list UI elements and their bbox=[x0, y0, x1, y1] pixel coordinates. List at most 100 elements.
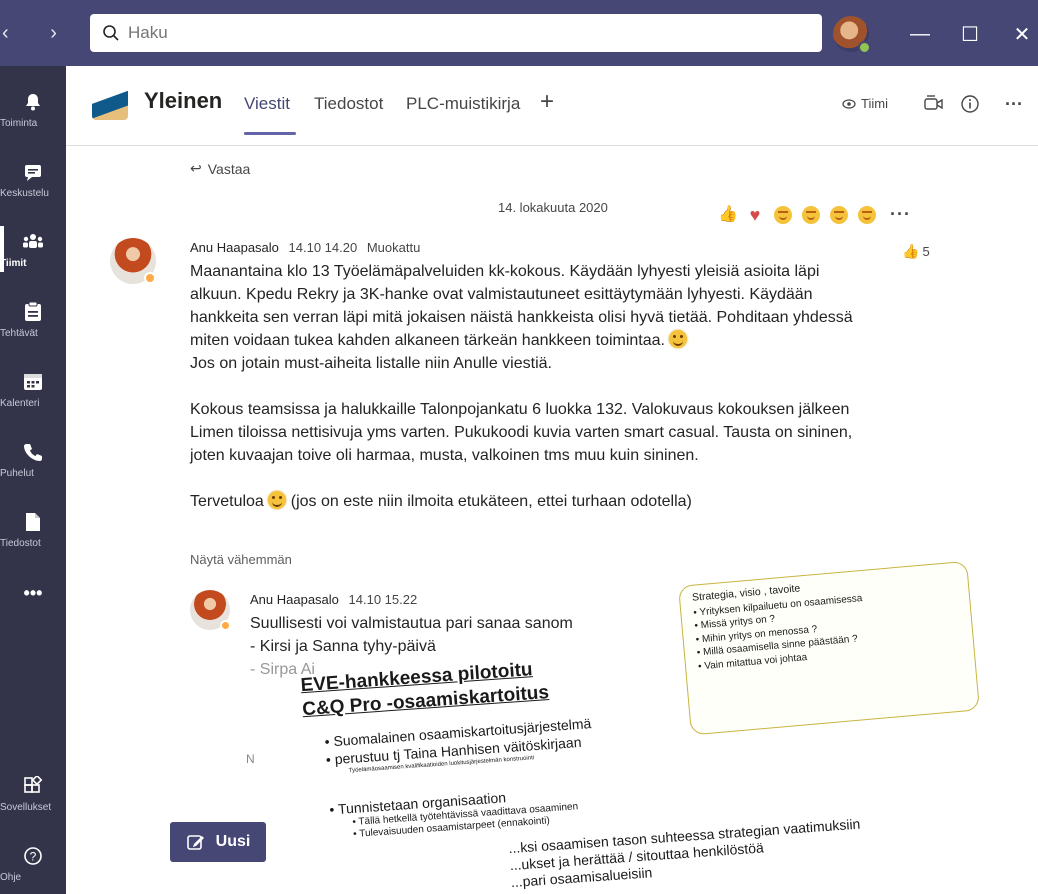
info-icon bbox=[961, 95, 979, 113]
avatar[interactable] bbox=[110, 238, 156, 284]
rail-item-teams[interactable]: Tiimit bbox=[0, 214, 66, 284]
message-line: Kokous teamsissa ja halukkaille Talonpoj… bbox=[190, 401, 850, 418]
files-icon bbox=[21, 510, 45, 534]
meet-button[interactable] bbox=[922, 92, 946, 116]
avatar[interactable] bbox=[190, 590, 231, 631]
like-count-value: 5 bbox=[922, 244, 930, 259]
more-options-button[interactable]: ··· bbox=[1002, 92, 1026, 116]
message-line: hankkeita sen verran läpi mitä jokaisen … bbox=[190, 309, 853, 326]
reply-label: Vastaa bbox=[207, 160, 251, 177]
like-count[interactable]: 👍 5 bbox=[902, 243, 930, 260]
rail-item-calendar[interactable]: Kalenteri bbox=[0, 354, 66, 424]
slide-bottom-text: ...ksi osaamisen tason suhteessa strateg… bbox=[508, 816, 863, 891]
channel-header: Yleinen Viestit Tiedostot PLC-muistikirj… bbox=[66, 66, 1038, 146]
chat-icon bbox=[21, 160, 45, 184]
rail-label: Sovellukset bbox=[0, 801, 52, 813]
tasks-icon bbox=[21, 300, 45, 324]
rail-item-files[interactable]: Tiedostot bbox=[0, 494, 66, 564]
tab-posts[interactable]: Viestit bbox=[244, 94, 290, 114]
channel-info-button[interactable] bbox=[958, 92, 982, 116]
phone-icon bbox=[21, 440, 45, 464]
rail-label: Keskustelu bbox=[0, 187, 49, 199]
rail-item-tasks[interactable]: Tehtävät bbox=[0, 284, 66, 354]
message-body: Maanantaina klo 13 Työelämäpalveluiden k… bbox=[190, 260, 920, 513]
active-tab-indicator bbox=[244, 132, 296, 135]
show-less-link[interactable]: Näytä vähemmän bbox=[190, 552, 292, 567]
new-post-button[interactable]: Uusi bbox=[170, 822, 266, 862]
app-rail: Toiminta Keskustelu Tiimit Tehtävät Kale… bbox=[0, 66, 66, 894]
rail-label: Tiedostot bbox=[0, 537, 41, 549]
maximize-button[interactable]: ☐ bbox=[950, 14, 990, 54]
channel-name: Yleinen bbox=[144, 88, 223, 113]
eye-icon bbox=[842, 98, 856, 109]
reaction-bar: 👍 ♥ ··· bbox=[718, 204, 911, 225]
search-box[interactable] bbox=[90, 14, 822, 52]
more-actions-icon[interactable]: ··· bbox=[890, 204, 911, 225]
close-button[interactable]: ✕ bbox=[1002, 14, 1038, 54]
history-nav-arrows[interactable]: ‹ › bbox=[2, 22, 75, 45]
message-line: Maanantaina klo 13 Työelämäpalveluiden k… bbox=[190, 263, 820, 280]
reply-link[interactable]: ↩ Vastaa bbox=[190, 160, 250, 177]
reply-line: Suullisesti voi valmistautua pari sanaa … bbox=[250, 615, 573, 632]
sticky-note: Strategia, visio , tavoite • Yrityksen k… bbox=[678, 560, 980, 736]
smiley-emoji-icon bbox=[268, 491, 287, 509]
rail-label: Toiminta bbox=[0, 117, 38, 129]
reply-arrow-icon: ↩ bbox=[190, 160, 202, 176]
sad-reaction-icon[interactable] bbox=[830, 205, 848, 224]
heart-reaction-icon[interactable]: ♥ bbox=[746, 206, 764, 224]
rail-item-more[interactable]: ••• bbox=[0, 556, 66, 626]
new-post-label: Uusi bbox=[215, 833, 251, 850]
minimize-button[interactable]: — bbox=[900, 14, 940, 54]
rail-label: Tiimit bbox=[0, 257, 27, 269]
search-icon bbox=[103, 25, 119, 41]
rail-label: Kalenteri bbox=[0, 397, 40, 409]
search-input[interactable] bbox=[128, 23, 728, 43]
rail-item-apps[interactable]: Sovellukset bbox=[0, 758, 66, 828]
reply-author[interactable]: Anu Haapasalo bbox=[250, 592, 339, 607]
presence-available-icon bbox=[858, 41, 871, 54]
reply-time: 14.10 15.22 bbox=[348, 592, 418, 607]
message-author[interactable]: Anu Haapasalo bbox=[190, 240, 279, 255]
date-separator: 14. lokakuuta 2020 bbox=[498, 200, 608, 215]
tab-notebook[interactable]: PLC-muistikirja bbox=[406, 94, 520, 114]
help-icon: ? bbox=[21, 844, 45, 868]
laugh-reaction-icon[interactable] bbox=[774, 205, 792, 224]
presence-away-icon bbox=[144, 272, 156, 284]
compose-icon bbox=[186, 835, 204, 850]
rail-item-calls[interactable]: Puhelut bbox=[0, 424, 66, 494]
slide-bullets: • Suomalainen osaamiskartoitusjärjestelm… bbox=[324, 714, 598, 842]
tab-files[interactable]: Tiedostot bbox=[314, 94, 383, 114]
bell-icon bbox=[21, 90, 45, 114]
user-avatar[interactable] bbox=[833, 16, 871, 54]
message-line: (jos on este niin ilmoita etukäteen, ett… bbox=[290, 493, 692, 510]
chevron-down-icon[interactable]: ⌄ bbox=[800, 24, 812, 41]
message-line: alkuun. Kpedu Rekry ja 3K-hanke ovat val… bbox=[190, 286, 813, 303]
surprised-reaction-icon[interactable] bbox=[802, 205, 820, 224]
more-icon: ••• bbox=[23, 582, 43, 603]
message-line: miten voidaan tukea kahden alkaneen tärk… bbox=[190, 332, 665, 349]
rail-label: Puhelut bbox=[0, 467, 34, 479]
rail-item-help[interactable]: ? Ohje bbox=[0, 828, 66, 894]
rail-label: Ohje bbox=[0, 871, 22, 883]
rail-label: Tehtävät bbox=[0, 327, 38, 339]
teams-icon bbox=[21, 230, 45, 254]
message-line: Tervetuloa bbox=[190, 493, 264, 510]
video-camera-icon bbox=[924, 95, 943, 110]
svg-text:?: ? bbox=[30, 849, 37, 863]
edited-label: Muokattu bbox=[366, 240, 421, 255]
add-tab-button[interactable]: + bbox=[540, 88, 554, 116]
presence-away-icon bbox=[220, 620, 231, 631]
rail-item-activity[interactable]: Toiminta bbox=[0, 74, 66, 144]
like-reaction-icon[interactable]: 👍 bbox=[718, 206, 738, 224]
team-button[interactable]: Tiimi bbox=[842, 96, 888, 111]
message-line: joten kuvaajan toive oli harmaa, musta, … bbox=[190, 447, 699, 464]
message-header: Anu Haapasalo 14.10 14.20 Muokattu bbox=[190, 240, 420, 255]
smiley-emoji-icon bbox=[669, 330, 688, 348]
message-line: Jos on jotain must-aiheita listalle niin… bbox=[190, 355, 552, 372]
rail-item-chat[interactable]: Keskustelu bbox=[0, 144, 66, 214]
apps-icon bbox=[21, 774, 45, 798]
angry-reaction-icon[interactable] bbox=[858, 205, 876, 224]
message-line: Limen tiloissa nettisivuja yms varten. P… bbox=[190, 424, 853, 441]
calendar-icon bbox=[21, 370, 45, 394]
truncated-text: N bbox=[246, 752, 255, 766]
